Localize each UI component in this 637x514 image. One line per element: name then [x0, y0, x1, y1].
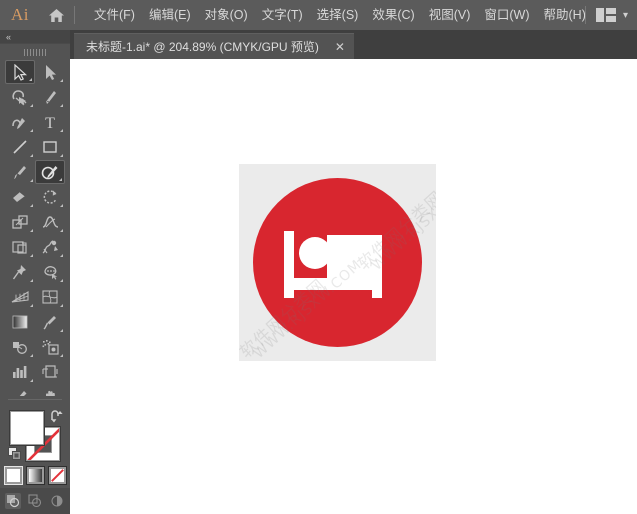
draw-normal-mode-button[interactable]	[5, 493, 21, 509]
draw-inside-mode-button[interactable]	[49, 493, 65, 509]
menu-item-select[interactable]: 选择(S)	[310, 0, 366, 30]
tool-flyout-indicator	[60, 229, 63, 232]
tool-flyout-indicator	[60, 329, 63, 332]
workspace-divider	[584, 6, 586, 24]
tool-flyout-indicator	[30, 154, 33, 157]
menu-item-window[interactable]: 窗口(W)	[477, 0, 536, 30]
tool-flyout-indicator	[60, 279, 63, 282]
tools-panel: « T	[0, 30, 70, 514]
perspective-grid-tool[interactable]	[5, 285, 35, 309]
svg-text:T: T	[45, 115, 55, 131]
eraser-tool[interactable]	[5, 185, 35, 209]
symbol-sprayer-tool[interactable]	[35, 335, 65, 359]
document-tab[interactable]: 未标题-1.ai* @ 204.89% (CMYK/GPU 预览) ✕	[74, 33, 354, 59]
no-sleeping-bed-sign[interactable]: 软件网分类网 WWW.RJSXW.COM 软件网分类网 WWW.RJSXW.CO…	[239, 164, 436, 361]
menu-bar: Ai 文件(F) 编辑(E) 对象(O) 文字(T) 选择(S) 效果(C) 视…	[0, 0, 637, 30]
menu-divider	[74, 6, 75, 24]
document-tab-title: 未标题-1.ai* @ 204.89% (CMYK/GPU 预览)	[86, 40, 319, 54]
tool-flyout-indicator	[60, 154, 63, 157]
tool-flyout-indicator	[30, 104, 33, 107]
tool-flyout-indicator	[30, 179, 33, 182]
color-divider	[8, 399, 62, 400]
workspace-layout-icon[interactable]	[595, 8, 616, 22]
tool-flyout-indicator	[30, 379, 33, 382]
swap-fill-stroke-icon[interactable]	[50, 409, 64, 423]
menu-bar-right: ▾	[584, 0, 637, 30]
tool-flyout-indicator	[60, 354, 63, 357]
menu-item-effect[interactable]: 效果(C)	[365, 0, 421, 30]
tool-flyout-indicator	[30, 354, 33, 357]
gradient-tool[interactable]	[5, 310, 35, 334]
artboard-tool[interactable]	[35, 360, 65, 384]
menu-item-type[interactable]: 文字(T)	[255, 0, 310, 30]
shape-builder-tool[interactable]	[35, 235, 65, 259]
column-graph-tool[interactable]	[5, 360, 35, 384]
color-mode-row	[0, 462, 70, 488]
color-controls	[0, 396, 70, 514]
width-tool[interactable]	[35, 210, 65, 234]
pen-tool[interactable]	[35, 85, 65, 109]
tool-flyout-indicator	[30, 304, 33, 307]
paintbrush-tool[interactable]	[5, 160, 35, 184]
document-tab-bar: 未标题-1.ai* @ 204.89% (CMYK/GPU 预览) ✕	[70, 30, 637, 59]
mesh-tool[interactable]	[35, 285, 65, 309]
tool-flyout-indicator	[29, 78, 32, 81]
tool-flyout-indicator	[60, 254, 63, 257]
tool-flyout-indicator	[60, 204, 63, 207]
shaper-tool[interactable]	[35, 160, 65, 184]
tool-flyout-indicator	[60, 304, 63, 307]
close-icon[interactable]: ✕	[335, 41, 345, 53]
type-tool[interactable]: T	[35, 110, 65, 134]
tool-flyout-indicator	[30, 129, 33, 132]
tool-flyout-indicator	[59, 178, 62, 181]
fill-stroke-swatches	[0, 403, 70, 469]
tool-grid: T	[0, 60, 70, 434]
tool-flyout-indicator	[60, 129, 63, 132]
tool-flyout-indicator	[30, 229, 33, 232]
selection-tool[interactable]	[5, 60, 35, 84]
none-mode-button[interactable]	[47, 465, 67, 485]
lasso-tool[interactable]	[35, 260, 65, 284]
document-canvas[interactable]: 软件网分类网 WWW.RJSXW.COM 软件网分类网 WWW.RJSXW.CO…	[70, 59, 637, 514]
menu-item-edit[interactable]: 编辑(E)	[142, 0, 198, 30]
tools-panel-grip[interactable]	[0, 44, 70, 60]
color-mode-button[interactable]	[3, 465, 23, 485]
drawing-mode-row	[0, 488, 70, 514]
fill-swatch[interactable]	[10, 411, 44, 445]
gradient-mode-button[interactable]	[25, 465, 45, 485]
eyedropper-tool[interactable]	[35, 310, 65, 334]
free-transform-tool[interactable]	[5, 235, 35, 259]
chevron-down-icon[interactable]: ▾	[623, 10, 628, 21]
rotate-tool[interactable]	[35, 185, 65, 209]
scale-tool[interactable]	[5, 210, 35, 234]
rectangle-tool[interactable]	[35, 135, 65, 159]
line-segment-tool[interactable]	[5, 135, 35, 159]
tool-flyout-indicator	[30, 279, 33, 282]
blend-tool[interactable]	[5, 335, 35, 359]
tool-flyout-indicator	[60, 104, 63, 107]
illustrator-window: Ai 文件(F) 编辑(E) 对象(O) 文字(T) 选择(S) 效果(C) 视…	[0, 0, 637, 514]
magic-wand-tool[interactable]	[5, 85, 35, 109]
curvature-tool[interactable]	[5, 110, 35, 134]
app-logo: Ai	[11, 5, 29, 24]
menu-item-object[interactable]: 对象(O)	[198, 0, 255, 30]
home-icon[interactable]	[40, 0, 72, 30]
puppet-warp-tool[interactable]	[5, 260, 35, 284]
tool-flyout-indicator	[60, 79, 63, 82]
tool-flyout-indicator	[30, 254, 33, 257]
tool-flyout-indicator	[30, 204, 33, 207]
draw-behind-mode-button[interactable]	[27, 493, 43, 509]
default-fill-stroke-icon[interactable]	[8, 447, 22, 461]
collapse-panel-icon[interactable]: «	[6, 32, 11, 42]
tools-panel-header: «	[0, 30, 70, 44]
direct-selection-tool[interactable]	[35, 60, 65, 84]
menu-item-view[interactable]: 视图(V)	[422, 0, 478, 30]
bed-pictogram-icon	[284, 231, 382, 298]
menu-item-list: 文件(F) 编辑(E) 对象(O) 文字(T) 选择(S) 效果(C) 视图(V…	[87, 0, 593, 30]
menu-item-file[interactable]: 文件(F)	[87, 0, 142, 30]
